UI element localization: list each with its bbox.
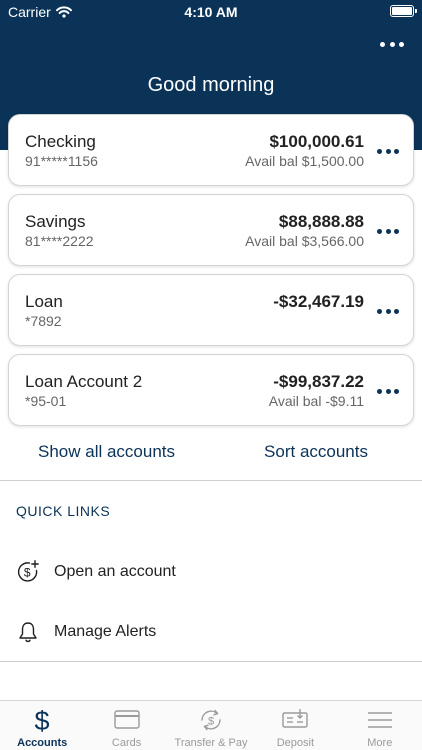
show-all-accounts-link[interactable]: Show all accounts bbox=[38, 442, 175, 462]
tab-label: Accounts bbox=[17, 737, 68, 749]
account-balance: -$32,467.19 bbox=[273, 292, 364, 311]
account-balance: $100,000.61 bbox=[269, 132, 364, 151]
account-number: 91*****1156 bbox=[25, 153, 98, 169]
tab-more[interactable]: More bbox=[338, 701, 422, 750]
account-number: 81****2222 bbox=[25, 233, 94, 249]
account-card-checking[interactable]: Checking 91*****1156 $100,000.61 Avail b… bbox=[8, 114, 414, 186]
tab-label: Cards bbox=[111, 737, 142, 749]
more-dot bbox=[389, 41, 395, 47]
account-name: Checking bbox=[25, 132, 96, 151]
svg-text:$: $ bbox=[35, 707, 50, 733]
menu-icon bbox=[367, 712, 392, 728]
account-balance: $88,888.88 bbox=[278, 212, 364, 231]
section-divider bbox=[0, 480, 422, 481]
tab-cards[interactable]: Cards bbox=[84, 701, 168, 750]
account-number: *95-01 bbox=[25, 393, 67, 409]
account-card-savings[interactable]: Savings 81****2222 $88,888.88 Avail bal … bbox=[8, 194, 414, 266]
account-number: *7892 bbox=[25, 313, 62, 329]
section-divider bbox=[0, 661, 422, 662]
quick-links-title: QUICK LINKS bbox=[16, 503, 111, 519]
tab-label: More bbox=[367, 737, 393, 749]
header-more-button[interactable] bbox=[380, 34, 404, 54]
bell-icon bbox=[19, 622, 37, 643]
account-more-button[interactable] bbox=[377, 307, 399, 315]
account-card-loan-account-2[interactable]: Loan Account 2 *95-01 -$99,837.22 Avail … bbox=[8, 354, 414, 426]
tab-deposit[interactable]: Deposit bbox=[253, 701, 337, 750]
account-name: Savings bbox=[25, 212, 86, 231]
account-card-loan[interactable]: Loan *7892 -$32,467.19 bbox=[8, 274, 414, 346]
quick-link-manage-alerts[interactable]: Manage Alerts bbox=[0, 610, 422, 654]
svg-text:$: $ bbox=[208, 716, 214, 728]
transfer-icon: $ bbox=[201, 709, 221, 731]
account-more-button[interactable] bbox=[377, 147, 399, 155]
sort-accounts-link[interactable]: Sort accounts bbox=[264, 442, 368, 462]
account-name: Loan bbox=[25, 292, 63, 311]
tab-label: Deposit bbox=[276, 737, 315, 749]
svg-text:$: $ bbox=[24, 565, 31, 579]
greeting: Good morning bbox=[147, 74, 275, 96]
status-bar: Carrier 4:10 AM bbox=[0, 0, 422, 24]
tab-label: Transfer & Pay bbox=[174, 737, 248, 749]
account-more-button[interactable] bbox=[377, 227, 399, 235]
account-more-button[interactable] bbox=[377, 387, 399, 395]
account-available-balance: Avail bal $1,500.00 bbox=[245, 153, 364, 169]
dollar-plus-icon: $ bbox=[17, 560, 39, 582]
status-time: 4:10 AM bbox=[184, 4, 238, 20]
check-deposit-icon bbox=[282, 709, 309, 728]
account-available-balance: Avail bal $3,566.00 bbox=[245, 233, 364, 249]
quick-link-open-account[interactable]: $ Open an account bbox=[0, 550, 422, 594]
quick-link-label: Manage Alerts bbox=[54, 623, 157, 640]
battery-icon bbox=[390, 5, 417, 17]
more-dot bbox=[380, 41, 385, 47]
tab-bar: $ Accounts Cards $ Transfer & Pay Deposi… bbox=[0, 700, 422, 750]
account-available-balance: Avail bal -$9.11 bbox=[268, 393, 364, 409]
dollar-icon: $ bbox=[35, 707, 50, 733]
more-dot bbox=[399, 41, 404, 47]
account-name: Loan Account 2 bbox=[25, 372, 143, 391]
quick-link-label: Open an account bbox=[54, 563, 176, 580]
tab-accounts[interactable]: $ Accounts bbox=[0, 701, 84, 750]
tab-transfer-pay[interactable]: $ Transfer & Pay bbox=[169, 701, 253, 750]
card-icon bbox=[113, 710, 140, 729]
account-actions: Show all accounts Sort accounts bbox=[0, 438, 422, 468]
account-balance: -$99,837.22 bbox=[273, 372, 364, 391]
